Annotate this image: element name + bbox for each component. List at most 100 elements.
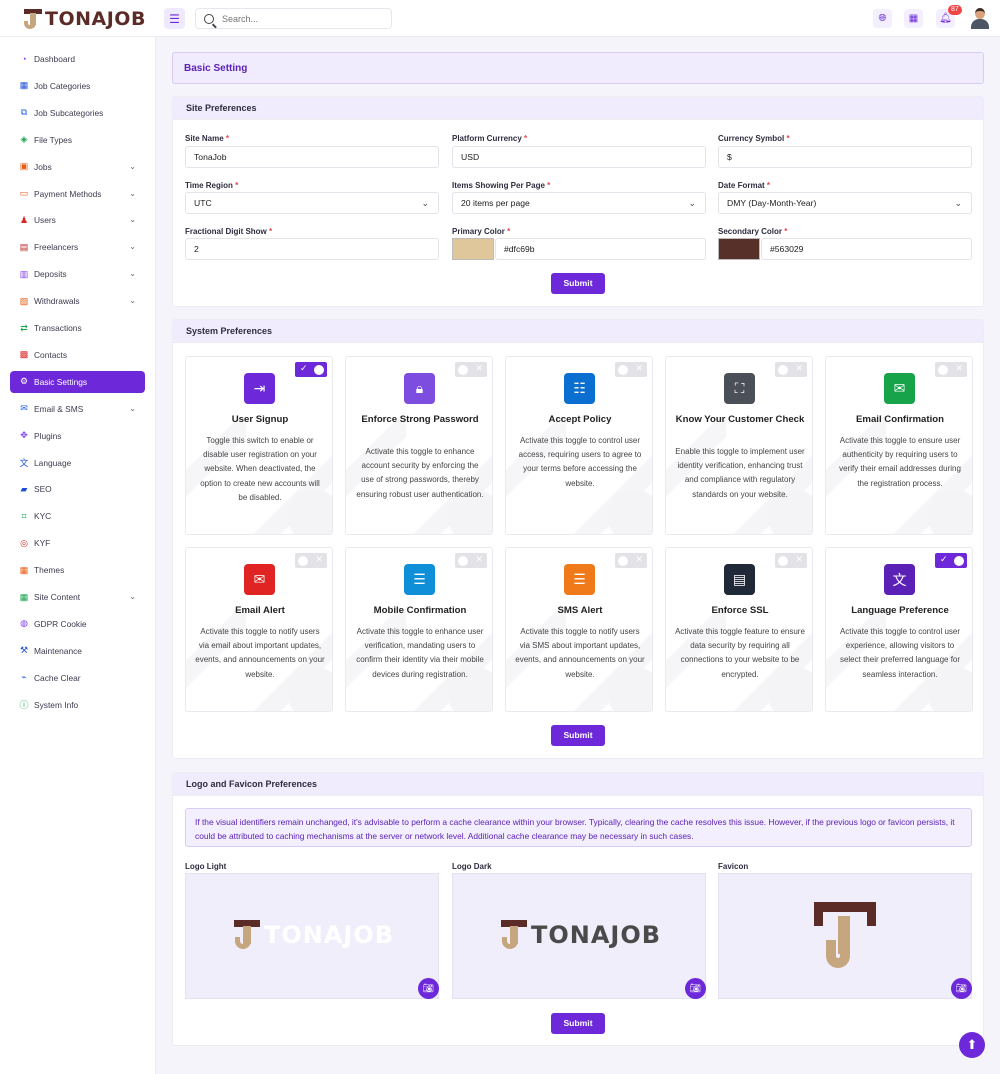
toggle-knob	[458, 364, 468, 375]
sidebar-item-job-categories[interactable]: ▦ Job Categories	[10, 75, 145, 97]
preference-description: Activate this toggle to notify users via…	[515, 627, 645, 679]
sidebar-item-language[interactable]: 文 Language	[10, 452, 145, 474]
logo-preferences-submit-button[interactable]: Submit	[551, 1013, 605, 1034]
sidebar-item-file-types[interactable]: ◈ File Types	[10, 129, 145, 151]
secondary-color-picker[interactable]	[718, 238, 760, 260]
close-icon: ✕	[795, 363, 803, 373]
fractional-digit-input[interactable]: 2	[185, 238, 439, 260]
items-per-page-select[interactable]: 20 items per page ⌄	[452, 192, 706, 214]
time-region-select[interactable]: UTC ⌄	[185, 192, 439, 214]
sidebar-item-basic-settings[interactable]: ⚙ Basic Settings	[10, 370, 145, 393]
favicon-preview[interactable]: 📷︎	[718, 873, 972, 999]
hamburger-icon: ☰	[169, 11, 180, 26]
sidebar-item-gdpr-cookie[interactable]: ◍ GDPR Cookie	[10, 613, 145, 635]
search-box[interactable]	[195, 8, 392, 29]
email-alert-toggle[interactable]: ✕	[295, 553, 327, 568]
bell-icon: 🔔︎	[939, 13, 952, 24]
site-name-input[interactable]: TonaJob	[185, 146, 439, 168]
platform-currency-input[interactable]: USD	[452, 146, 706, 168]
user-avatar[interactable]	[969, 6, 991, 30]
user-signup-toggle[interactable]: ✓	[295, 362, 327, 377]
preference-card-know-your-customer-check: ✕ ⛶ Know Your Customer Check Enable this to…	[665, 356, 813, 535]
sidebar-item-label: Jobs	[34, 161, 52, 172]
language-preference-toggle[interactable]: ✓	[935, 553, 967, 568]
search-input[interactable]	[222, 13, 372, 24]
sidebar-item-maintenance[interactable]: ⚒ Maintenance	[10, 640, 145, 662]
logo-dark-preview[interactable]: TONAJOB 📷︎	[452, 873, 706, 999]
site-name-label: Site Name *	[185, 134, 230, 143]
logo-dark-image: TONAJOB	[501, 920, 661, 950]
primary-color-input[interactable]: #dfc69b	[495, 238, 706, 260]
enforce-strong-password-toggle[interactable]: ✕	[455, 362, 487, 377]
sidebar-item-label: Site Content	[34, 592, 81, 602]
clipboard-icon: ☷	[564, 373, 595, 404]
sidebar-item-users[interactable]: ♟ Users ⌄	[10, 209, 145, 231]
email-confirmation-toggle[interactable]: ✕	[935, 362, 967, 377]
favicon-upload-button[interactable]: 📷︎	[951, 978, 972, 999]
toggle-knob	[778, 555, 788, 566]
menu-toggle-button[interactable]: ☰	[164, 8, 185, 29]
content-icon: ▦	[19, 591, 29, 602]
dashboard-icon: ◔	[21, 54, 27, 64]
sidebar-item-system-info[interactable]: ⓘ System Info	[10, 694, 145, 716]
sidebar-item-plugins[interactable]: ✥ Plugins	[10, 425, 145, 447]
brand-logo[interactable]: TONAJOB	[24, 8, 146, 30]
site-preferences-submit-button[interactable]: Submit	[551, 273, 605, 294]
chevron-down-icon: ⌄	[129, 161, 136, 171]
preference-title: SMS Alert	[557, 605, 603, 616]
sidebar-item-themes[interactable]: ▦ Themes	[10, 559, 145, 581]
system-preferences-card: System Preferences Submit ✓ ⇥ User Signup T…	[172, 319, 984, 759]
sms-alert-toggle[interactable]: ✕	[615, 553, 647, 568]
sidebar-item-cache-clear[interactable]: ⌁ Cache Clear	[10, 667, 145, 689]
preference-description: Activate this toggle feature to ensure d…	[675, 627, 805, 679]
sidebar-item-seo[interactable]: ▰ SEO	[10, 478, 145, 500]
sidebar-item-deposits[interactable]: ▥ Deposits ⌄	[10, 263, 145, 285]
language-globe-button[interactable]: 🌐︎	[873, 9, 892, 28]
sidebar-item-kyf[interactable]: ◎ KYF	[10, 532, 145, 554]
close-icon: ✕	[475, 363, 483, 373]
preference-card-accept-policy: ✕ ☷ Accept Policy Activate this toggle to c…	[505, 356, 653, 535]
plugin-icon: ✥	[20, 430, 28, 441]
logo-light-preview[interactable]: TONAJOB 📷︎	[185, 873, 439, 999]
know-your-customer-check-toggle[interactable]: ✕	[775, 362, 807, 377]
cookie-icon: ◍	[20, 618, 28, 629]
system-preferences-submit-button[interactable]: Submit	[551, 725, 605, 746]
site-preferences-heading: Site Preferences	[173, 97, 983, 120]
date-format-select[interactable]: DMY (Day-Month-Year) ⌄	[718, 192, 972, 214]
primary-color-picker[interactable]	[452, 238, 494, 260]
logo-dark-upload-button[interactable]: 📷︎	[685, 978, 706, 999]
scroll-top-button[interactable]: ⬆︎	[959, 1032, 985, 1058]
sidebar-item-withdrawals[interactable]: ▨ Withdrawals ⌄	[10, 290, 145, 312]
preference-card-mobile-confirmation: ✕ ☰ Mobile Confirmation Activate this toggl…	[345, 547, 493, 712]
sidebar-item-freelancers[interactable]: ▤ Freelancers ⌄	[10, 236, 145, 258]
sidebar-item-dashboard[interactable]: ◔ Dashboard	[10, 48, 145, 70]
secondary-color-input[interactable]: #563029	[761, 238, 972, 260]
toggle-knob	[618, 364, 628, 375]
sidebar-item-label: Withdrawals	[34, 296, 80, 307]
apps-button[interactable]: ▦	[904, 9, 923, 28]
sidebar-item-job-subcategories[interactable]: ⧉ Job Subcategories	[10, 102, 145, 124]
sidebar-item-site-content[interactable]: ▦ Site Content ⌄	[10, 586, 145, 608]
sidebar-item-jobs[interactable]: ▣ Jobs ⌄	[10, 156, 145, 178]
accept-policy-toggle[interactable]: ✕	[615, 362, 647, 377]
sidebar-item-payment-methods[interactable]: ▭ Payment Methods ⌄	[10, 183, 145, 205]
enforce-ssl-toggle[interactable]: ✕	[775, 553, 807, 568]
camera-icon: 📷︎	[689, 983, 702, 993]
mobile-confirmation-toggle[interactable]: ✕	[455, 553, 487, 568]
preference-description: Activate this toggle to enhance account …	[356, 447, 484, 499]
logo-light-upload-button[interactable]: 📷︎	[418, 978, 439, 999]
sidebar-item-contacts[interactable]: ▩ Contacts	[10, 344, 145, 366]
currency-symbol-input[interactable]: $	[718, 146, 972, 168]
kyc-icon: ⌗	[21, 510, 27, 521]
preference-description: Activate this toggle to ensure user auth…	[839, 436, 961, 488]
sidebar-item-kyc[interactable]: ⌗ KYC	[10, 505, 145, 527]
apps-grid-icon: ▦	[908, 13, 919, 24]
exchange-icon: ⇄	[20, 322, 28, 333]
preference-title: Email Confirmation	[856, 414, 944, 425]
preference-card-email-confirmation: ✕ ✉ Email Confirmation Activate this toggle…	[825, 356, 973, 535]
sidebar-item-email-sms[interactable]: ✉ Email & SMS ⌄	[10, 398, 145, 420]
sidebar-item-transactions[interactable]: ⇄ Transactions	[10, 317, 145, 339]
date-format-label: Date Format *	[718, 181, 771, 190]
sitemap-icon: ⧉	[20, 107, 28, 118]
language-icon: 文	[19, 458, 29, 468]
